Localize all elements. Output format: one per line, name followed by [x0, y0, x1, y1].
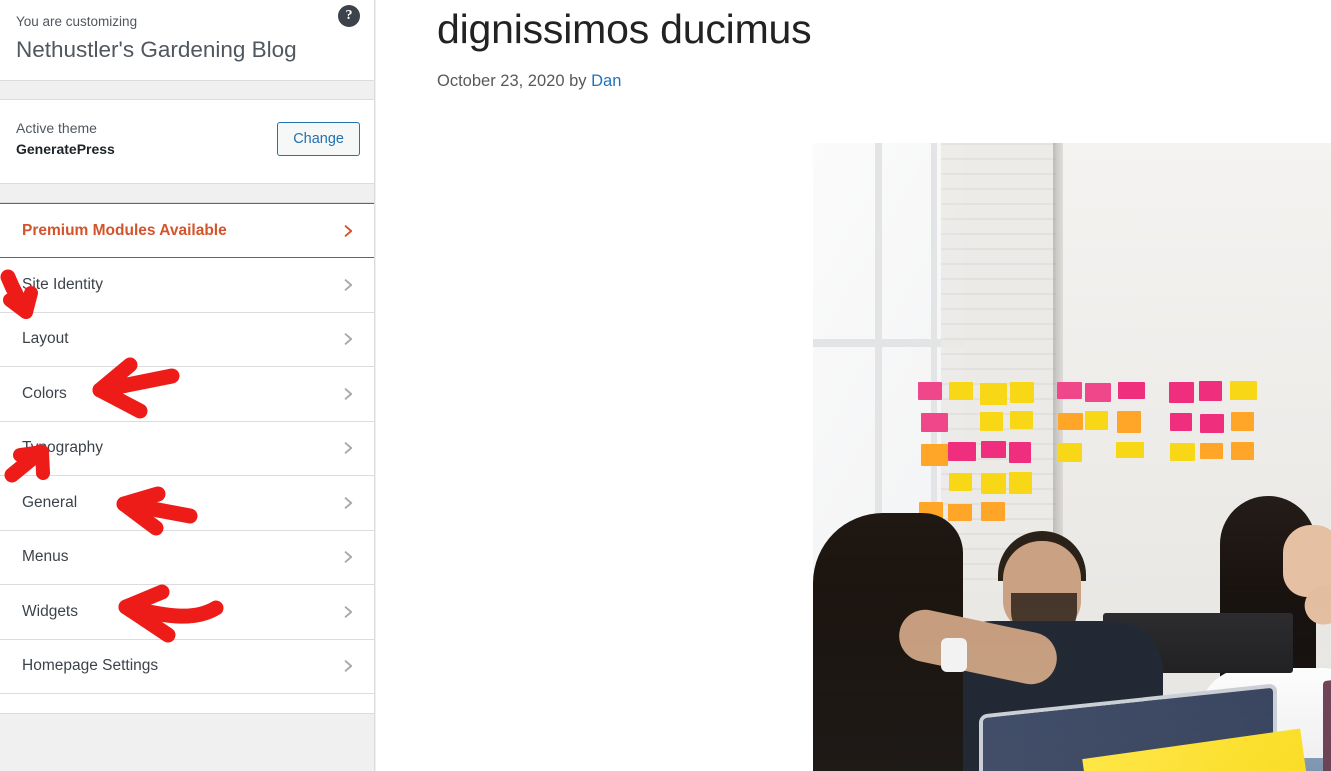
sidebar-item-menus[interactable]: Menus: [0, 531, 374, 586]
sidebar-item-site-identity[interactable]: Site Identity: [0, 258, 374, 313]
theme-spacer: [0, 184, 374, 203]
help-icon[interactable]: ?: [338, 5, 360, 27]
customizer-app: You are customizing Nethustler's Gardeni…: [0, 0, 1331, 771]
sidebar-item-label: Widgets: [22, 601, 78, 623]
sidebar-item-label: Typography: [22, 437, 103, 459]
site-title: Nethustler's Gardening Blog: [16, 31, 326, 65]
page-title: At vero eos et accusamus et iusto odio d…: [437, 0, 1297, 54]
sidebar-item-homepage-settings[interactable]: Homepage Settings: [0, 640, 374, 695]
sidebar-bottom-strip: [0, 742, 375, 771]
customizer-header: You are customizing Nethustler's Gardeni…: [0, 0, 374, 81]
chevron-right-icon: [340, 386, 356, 402]
sidebar-item-label: Layout: [22, 328, 69, 350]
chevron-right-icon: [340, 277, 356, 293]
post-article: At vero eos et accusamus et iusto odio d…: [437, 0, 1331, 92]
active-theme-section: Active theme GeneratePress Change: [0, 100, 374, 184]
sidebar-item-layout[interactable]: Layout: [0, 313, 374, 368]
sidebar-item-label: Homepage Settings: [22, 655, 158, 677]
chevron-right-icon: [340, 223, 356, 239]
chevron-right-icon: [340, 440, 356, 456]
customizer-section-list: Premium Modules Available Site Identity La…: [0, 203, 374, 742]
by-word: by: [569, 72, 586, 90]
sidebar-item-premium-modules-available[interactable]: Premium Modules Available: [0, 203, 374, 258]
sidebar-item-label: Premium Modules Available: [22, 220, 227, 242]
sidebar-item-label: Site Identity: [22, 274, 103, 296]
header-spacer: [0, 81, 374, 100]
sidebar-item-typography[interactable]: Typography: [0, 422, 374, 477]
chevron-right-icon: [340, 604, 356, 620]
chevron-right-icon: [340, 331, 356, 347]
sidebar-item-general[interactable]: General: [0, 476, 374, 531]
sidebar-item-label: Menus: [22, 546, 69, 568]
featured-image: [813, 143, 1331, 771]
sidebar-item-label: Colors: [22, 383, 67, 405]
sidebar-footer: [0, 713, 374, 742]
customizing-eyebrow: You are customizing: [16, 10, 326, 31]
chevron-right-icon: [340, 495, 356, 511]
chevron-right-icon: [340, 549, 356, 565]
sidebar-item-widgets[interactable]: Widgets: [0, 585, 374, 640]
sidebar-item-colors[interactable]: Colors: [0, 367, 374, 422]
site-preview: At vero eos et accusamus et iusto odio d…: [376, 0, 1331, 771]
post-meta: October 23, 2020 by Dan: [437, 70, 1331, 92]
post-date: October 23, 2020: [437, 72, 565, 90]
sidebar-item-label: General: [22, 492, 77, 514]
chevron-right-icon: [340, 658, 356, 674]
post-author-link[interactable]: Dan: [591, 72, 621, 90]
customizer-sidebar: You are customizing Nethustler's Gardeni…: [0, 0, 375, 742]
change-theme-button[interactable]: Change: [277, 122, 360, 156]
